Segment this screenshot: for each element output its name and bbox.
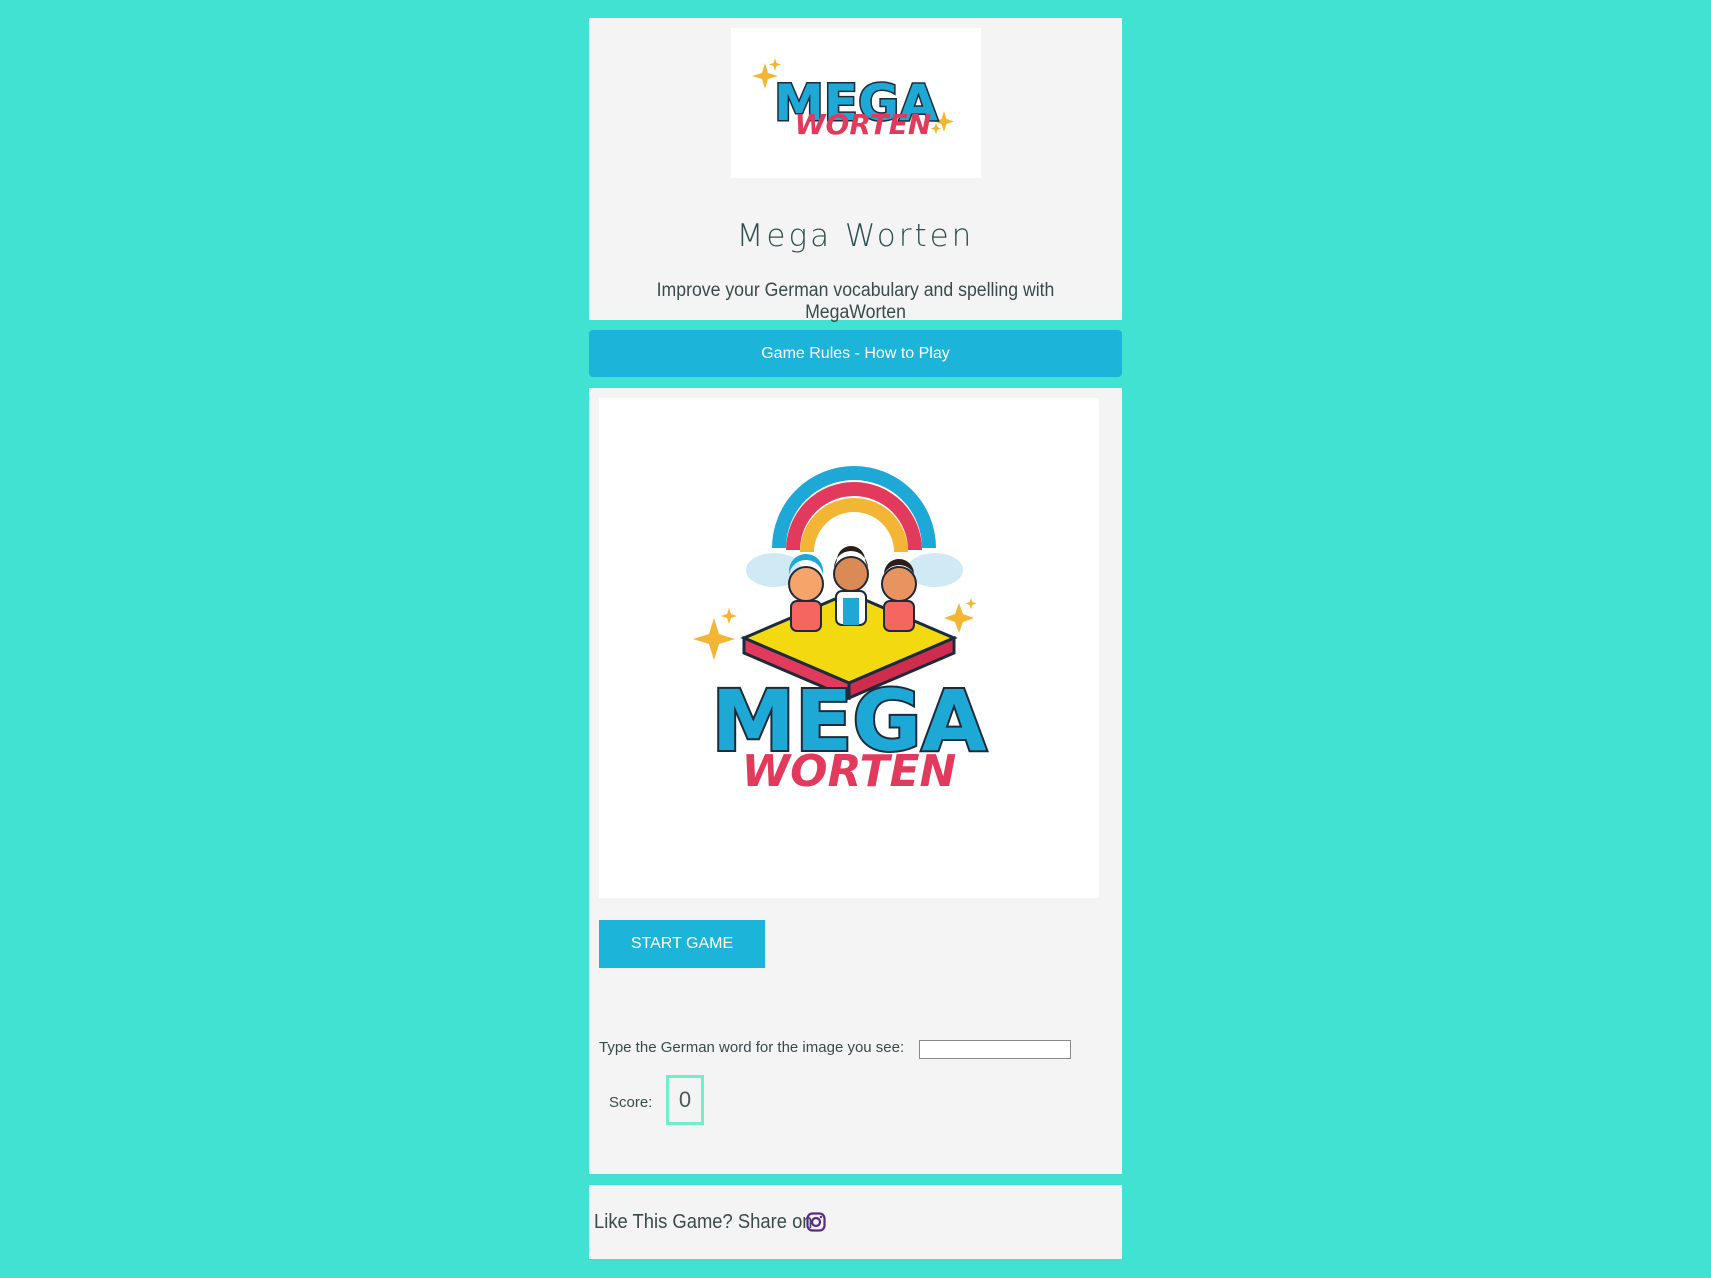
kid-face [833, 556, 869, 592]
footer-card: Like This Game? Share on [589, 1185, 1122, 1259]
sparkle-icon [693, 618, 735, 660]
sparkle-icon [769, 58, 781, 71]
kid-face [788, 566, 824, 602]
instagram-icon[interactable] [806, 1212, 826, 1232]
header-card: MEGA WORTEN Mega Worten Improve your Ger… [589, 18, 1122, 323]
hero-worten-text: WORTEN [742, 746, 957, 797]
score-label: Score: [609, 1094, 653, 1111]
sparkle-icon [965, 598, 977, 609]
hero-illustration: MEGA WORTEN [693, 466, 988, 797]
start-game-button[interactable]: START GAME [599, 920, 765, 968]
header-logo: MEGA WORTEN [731, 28, 981, 178]
kid-face [881, 566, 917, 602]
sparkle-icon [944, 603, 974, 633]
score-value: 0 [666, 1075, 704, 1125]
answer-input[interactable] [919, 1040, 1071, 1059]
page-subtitle: Improve your German vocabulary and spell… [656, 280, 1055, 323]
hero-image: MEGA WORTEN [599, 398, 1099, 898]
logo-worten-text: WORTEN [795, 108, 932, 141]
answer-prompt: Type the German word for the image you s… [599, 1039, 905, 1056]
game-rules-button[interactable]: Game Rules - How to Play [589, 330, 1122, 377]
share-text: Like This Game? Share on [594, 1211, 813, 1233]
sparkle-icon [721, 608, 737, 624]
game-card: MEGA WORTEN START GAME Type the German w… [589, 388, 1122, 1174]
mega-worten-logo: MEGA WORTEN [752, 58, 954, 141]
page-title: Mega Worten [736, 218, 975, 254]
